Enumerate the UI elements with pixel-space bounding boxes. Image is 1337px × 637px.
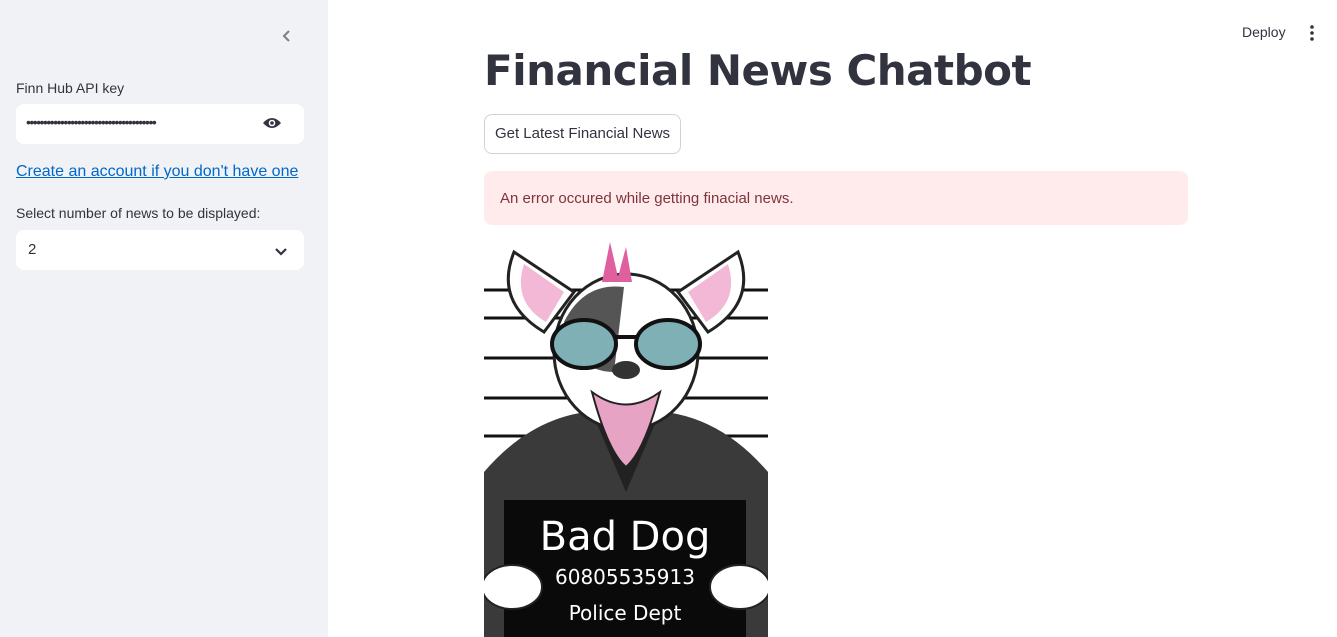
news-count-select[interactable]: 2 [16, 230, 304, 270]
sidebar: Finn Hub API key •••••••••••••••••••••••… [0, 0, 328, 637]
sign-number: 60805535913 [555, 565, 695, 589]
bad-dog-image: Bad Dog 60805535913 Police Dept [484, 242, 768, 637]
api-key-value[interactable]: •••••••••••••••••••••••••••••••••••••• [26, 114, 157, 130]
sign-footer: Police Dept [569, 601, 682, 625]
api-key-input[interactable]: •••••••••••••••••••••••••••••••••••••• [16, 104, 304, 144]
more-vertical-icon[interactable] [1305, 24, 1319, 42]
chevron-down-icon [274, 244, 288, 262]
api-key-label: Finn Hub API key [16, 80, 125, 96]
page-title: Financial News Chatbot [484, 46, 1032, 95]
news-count-value: 2 [28, 241, 37, 258]
error-alert: An error occured while getting finacial … [484, 171, 1188, 225]
show-password-eye-icon[interactable] [262, 116, 282, 135]
sign-title: Bad Dog [540, 514, 711, 560]
select-news-count-label: Select number of news to be displayed: [16, 205, 261, 221]
deploy-button[interactable]: Deploy [1236, 22, 1292, 42]
get-latest-news-button[interactable]: Get Latest Financial News [484, 114, 681, 154]
create-account-link[interactable]: Create an account if you don't have one [16, 163, 298, 181]
collapse-sidebar-icon[interactable] [278, 26, 296, 46]
